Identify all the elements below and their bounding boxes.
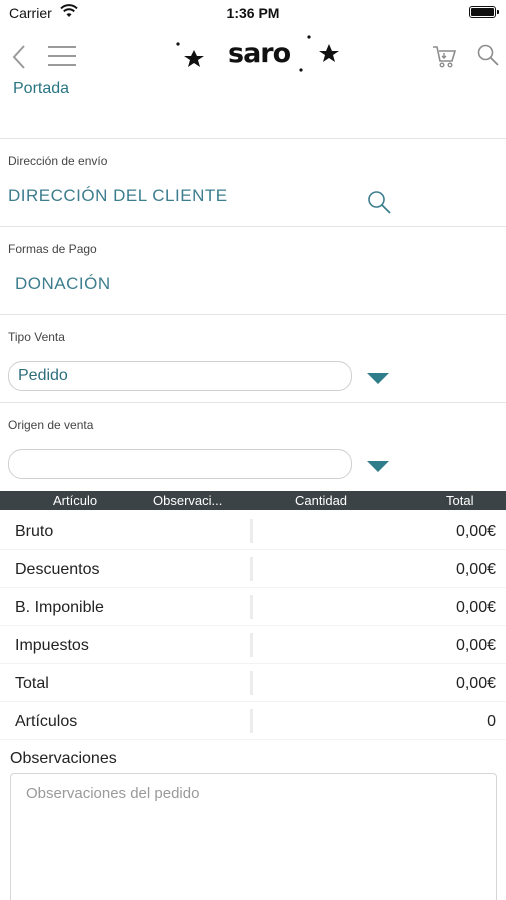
summary-value: 0	[487, 713, 496, 730]
address-search-icon[interactable]	[366, 189, 392, 215]
row-divider	[250, 671, 253, 695]
summary-label: Bruto	[15, 523, 54, 540]
row-divider	[250, 633, 253, 657]
sale-type-section: Tipo Venta Pedido	[0, 314, 506, 402]
observations-label: Observaciones	[10, 750, 117, 767]
row-divider	[250, 709, 253, 733]
observations-textarea[interactable]: Observaciones del pedido	[10, 773, 497, 900]
shipping-address-section[interactable]: Dirección de envío DIRECCIÓN DEL CLIENTE	[0, 138, 506, 226]
summary-row: Artículos 0	[0, 702, 506, 740]
summary-value: 0,00€	[455, 523, 496, 540]
sale-origin-label: Origen de venta	[8, 418, 94, 432]
payment-method-label: Formas de Pago	[8, 242, 97, 256]
sale-origin-select[interactable]	[8, 449, 352, 479]
items-table-header: Artículo Observaci... Cantidad Total	[0, 491, 506, 510]
summary-row: B. Imponible 0,00€	[0, 588, 506, 626]
status-bar: Carrier 1:36 PM	[0, 0, 506, 26]
cart-icon[interactable]	[430, 42, 458, 70]
sale-origin-section: Origen de venta	[0, 402, 506, 490]
row-divider	[250, 557, 253, 581]
summary-row: Impuestos 0,00€	[0, 626, 506, 664]
breadcrumb[interactable]: Portada	[13, 80, 69, 98]
search-icon[interactable]	[476, 43, 500, 67]
summary-value: 0,00€	[455, 599, 496, 616]
summary-label: Impuestos	[15, 637, 89, 654]
hamburger-menu-icon[interactable]	[48, 46, 76, 68]
payment-method-section[interactable]: Formas de Pago DONACIÓN	[0, 226, 506, 314]
summary-value: 0,00€	[455, 637, 496, 654]
shipping-address-label: Dirección de envío	[8, 154, 108, 168]
shipping-address-value[interactable]: DIRECCIÓN DEL CLIENTE	[8, 186, 228, 206]
chevron-down-icon[interactable]	[367, 373, 389, 384]
logo: saro	[172, 32, 342, 80]
order-form: Dirección de envío DIRECCIÓN DEL CLIENTE…	[0, 138, 506, 490]
summary-label: Descuentos	[15, 561, 100, 578]
battery-icon	[469, 6, 499, 18]
column-total: Total	[446, 493, 474, 508]
row-divider	[250, 519, 253, 543]
column-quantity: Cantidad	[295, 493, 348, 508]
summary-label: Total	[15, 675, 49, 692]
column-notes: Observaci...	[153, 493, 223, 508]
nav-bar: saro	[0, 30, 506, 82]
sale-type-label: Tipo Venta	[8, 330, 65, 344]
summary-row: Descuentos 0,00€	[0, 550, 506, 588]
summary-label: B. Imponible	[15, 599, 104, 616]
summary-row: Bruto 0,00€	[0, 512, 506, 550]
order-summary: Bruto 0,00€ Descuentos 0,00€ B. Imponibl…	[0, 512, 506, 740]
back-arrow-icon[interactable]	[9, 43, 29, 71]
summary-label: Artículos	[15, 713, 78, 730]
column-article: Artículo	[53, 493, 98, 508]
summary-row: Total 0,00€	[0, 664, 506, 702]
logo-text: saro	[228, 38, 291, 69]
payment-method-value[interactable]: DONACIÓN	[15, 274, 111, 294]
summary-value: 0,00€	[455, 675, 496, 692]
summary-value: 0,00€	[455, 561, 496, 578]
sale-type-select[interactable]: Pedido	[8, 361, 352, 391]
row-divider	[250, 595, 253, 619]
chevron-down-icon[interactable]	[367, 461, 389, 472]
clock: 1:36 PM	[226, 5, 280, 21]
